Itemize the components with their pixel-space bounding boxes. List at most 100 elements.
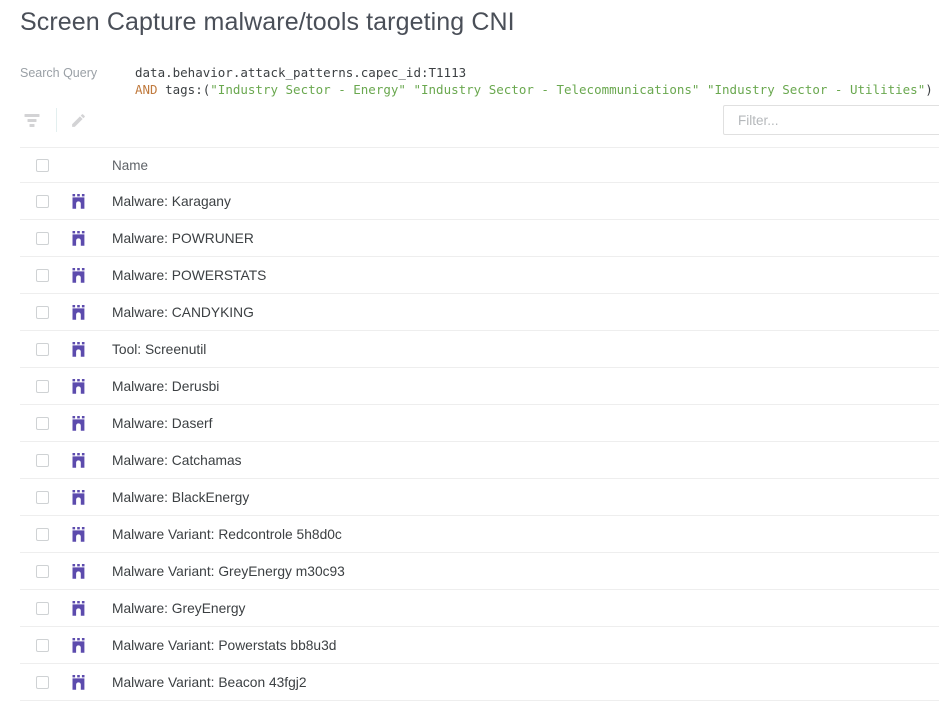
query-field-expression: data.behavior.attack_patterns.capec_id:T… xyxy=(135,65,467,80)
row-name: Tool: Screenutil xyxy=(112,341,207,357)
row-checkbox[interactable] xyxy=(36,342,49,356)
row-select-cell[interactable] xyxy=(20,416,62,430)
row-icon-cell xyxy=(62,526,94,542)
select-all-cell[interactable] xyxy=(20,158,62,172)
row-select-cell[interactable] xyxy=(20,527,62,541)
malware-castle-icon xyxy=(72,526,84,542)
row-checkbox[interactable] xyxy=(36,268,49,282)
row-name: Malware: Catchamas xyxy=(112,452,242,468)
search-query-line-1: data.behavior.attack_patterns.capec_id:T… xyxy=(135,64,933,81)
table-header-row: Name xyxy=(20,148,939,183)
malware-castle-icon xyxy=(72,563,84,579)
row-checkbox[interactable] xyxy=(36,305,49,319)
table-row[interactable]: Malware: Karagany xyxy=(20,183,939,220)
query-tag-utilities: "Industry Sector - Utilities" xyxy=(706,82,926,97)
row-icon-cell xyxy=(62,230,94,246)
table-row[interactable]: Malware: Derusbi xyxy=(20,368,939,405)
row-checkbox[interactable] xyxy=(36,379,49,393)
row-name: Malware Variant: Powerstats bb8u3d xyxy=(112,637,337,653)
table-row[interactable]: Malware Variant: Powerstats bb8u3d xyxy=(20,627,939,664)
table-row[interactable]: Malware: POWERSTATS xyxy=(20,257,939,294)
row-select-cell[interactable] xyxy=(20,342,62,356)
table-row[interactable]: Malware: BlackEnergy xyxy=(20,479,939,516)
pencil-icon xyxy=(71,113,85,127)
row-select-cell[interactable] xyxy=(20,379,62,393)
table-row[interactable]: Malware Variant: Redcontrole 5h8d0c xyxy=(20,516,939,553)
malware-castle-icon xyxy=(72,304,84,320)
row-select-cell[interactable] xyxy=(20,194,62,208)
row-icon-cell xyxy=(62,378,94,394)
search-query-line-2: AND tags:("Industry Sector - Energy" "In… xyxy=(135,81,933,98)
table-row[interactable]: Malware: POWRUNER xyxy=(20,220,939,257)
row-select-cell[interactable] xyxy=(20,638,62,652)
row-checkbox[interactable] xyxy=(36,527,49,541)
row-name: Malware: POWRUNER xyxy=(112,230,254,246)
row-name: Malware: CANDYKING xyxy=(112,304,254,320)
column-header-name: Name xyxy=(112,157,149,173)
table-row[interactable]: Malware: GreyEnergy xyxy=(20,590,939,627)
query-tags-key: tags:( xyxy=(157,82,211,97)
filter-input[interactable] xyxy=(723,105,939,135)
table-row[interactable]: Malware: Daserf xyxy=(20,405,939,442)
malware-castle-icon xyxy=(72,230,84,246)
edit-button[interactable] xyxy=(64,106,92,134)
table-row[interactable]: Malware Variant: GreyEnergy m30c93 xyxy=(20,553,939,590)
results-table: Name Malware: Karagany Malware: POWRUNER… xyxy=(20,147,939,701)
row-icon-cell xyxy=(62,267,94,283)
row-name: Malware: Daserf xyxy=(112,415,213,431)
search-query-label: Search Query xyxy=(20,66,98,80)
row-checkbox[interactable] xyxy=(36,564,49,578)
table-row[interactable]: Malware: Catchamas xyxy=(20,442,939,479)
row-icon-cell xyxy=(62,304,94,320)
table-body: Malware: Karagany Malware: POWRUNER Malw… xyxy=(20,183,939,701)
query-tag-telecommunications: "Industry Sector - Telecommunications" xyxy=(413,82,700,97)
row-name: Malware: Derusbi xyxy=(112,378,220,394)
malware-castle-icon xyxy=(72,415,84,431)
row-checkbox[interactable] xyxy=(36,490,49,504)
row-icon-cell xyxy=(62,193,94,209)
row-select-cell[interactable] xyxy=(20,453,62,467)
row-checkbox[interactable] xyxy=(36,231,49,245)
screen-capture-results-page: Screen Capture malware/tools targeting C… xyxy=(0,0,939,708)
row-select-cell[interactable] xyxy=(20,601,62,615)
row-select-cell[interactable] xyxy=(20,675,62,689)
row-select-cell[interactable] xyxy=(20,268,62,282)
row-checkbox[interactable] xyxy=(36,453,49,467)
row-checkbox[interactable] xyxy=(36,601,49,615)
row-select-cell[interactable] xyxy=(20,231,62,245)
query-operator-and: AND xyxy=(135,82,158,97)
table-row[interactable]: Tool: Screenutil xyxy=(20,331,939,368)
row-icon-cell xyxy=(62,600,94,616)
row-icon-cell xyxy=(62,674,94,690)
row-icon-cell xyxy=(62,415,94,431)
row-name: Malware Variant: Beacon 43fgj2 xyxy=(112,674,307,690)
malware-castle-icon xyxy=(72,193,84,209)
row-checkbox[interactable] xyxy=(36,638,49,652)
table-row[interactable]: Malware: CANDYKING xyxy=(20,294,939,331)
row-icon-cell xyxy=(62,637,94,653)
select-all-checkbox[interactable] xyxy=(36,158,49,172)
query-tag-separator-2 xyxy=(699,82,707,97)
row-name: Malware: Karagany xyxy=(112,193,231,209)
row-name: Malware Variant: GreyEnergy m30c93 xyxy=(112,563,345,579)
row-name: Malware Variant: Redcontrole 5h8d0c xyxy=(112,526,342,542)
row-icon-cell xyxy=(62,489,94,505)
row-icon-cell xyxy=(62,452,94,468)
row-name: Malware: GreyEnergy xyxy=(112,600,246,616)
malware-castle-icon xyxy=(72,674,84,690)
row-icon-cell xyxy=(62,341,94,357)
malware-castle-icon xyxy=(72,637,84,653)
row-checkbox[interactable] xyxy=(36,416,49,430)
table-row[interactable]: Malware Variant: Beacon 43fgj2 xyxy=(20,664,939,701)
malware-castle-icon xyxy=(72,452,84,468)
row-checkbox[interactable] xyxy=(36,675,49,689)
row-select-cell[interactable] xyxy=(20,564,62,578)
row-select-cell[interactable] xyxy=(20,490,62,504)
row-select-cell[interactable] xyxy=(20,305,62,319)
filter-button[interactable] xyxy=(18,106,46,134)
row-icon-cell xyxy=(62,563,94,579)
row-name: Malware: POWERSTATS xyxy=(112,267,267,283)
query-close-paren: ) xyxy=(925,82,933,97)
malware-castle-icon xyxy=(72,267,84,283)
row-checkbox[interactable] xyxy=(36,194,49,208)
